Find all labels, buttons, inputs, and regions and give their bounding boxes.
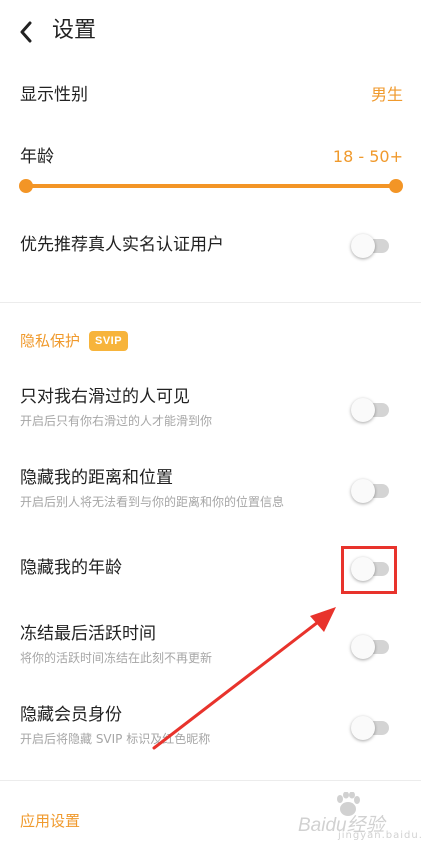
privacy-item-subtitle: 开启后将隐藏 SVIP 标识及红色昵称 <box>20 732 211 746</box>
privacy-item-subtitle: 开启后只有你右滑过的人才能滑到你 <box>20 414 213 428</box>
divider <box>0 302 421 303</box>
app-settings-section-title: 应用设置 <box>20 812 81 830</box>
baidu-watermark: Baidu经验 jingyan.baidu.com <box>298 792 421 842</box>
privacy-item-title: 隐藏我的距离和位置 <box>20 468 173 488</box>
privacy-item-subtitle: 将你的活跃时间冻结在此刻不再更新 <box>20 651 213 665</box>
hide-distance-toggle[interactable] <box>351 479 389 503</box>
age-range-slider[interactable] <box>19 179 403 193</box>
age-value: 18 - 50+ <box>332 147 403 166</box>
chevron-left-icon <box>20 21 32 43</box>
age-slider-max-thumb[interactable] <box>389 179 403 193</box>
gender-label: 显示性别 <box>20 85 88 105</box>
right-swiped-only-toggle[interactable] <box>351 398 389 422</box>
page-title: 设置 <box>52 18 97 43</box>
verified-preference-toggle[interactable] <box>351 234 389 258</box>
watermark-sub: jingyan.baidu.com <box>338 830 421 841</box>
hide-membership-toggle[interactable] <box>351 716 389 740</box>
verified-preference-label: 优先推荐真人实名认证用户 <box>20 235 224 255</box>
toggle-knob <box>351 398 375 422</box>
top-bar: 设置 <box>0 0 421 64</box>
privacy-item-title: 隐藏会员身份 <box>20 705 122 725</box>
privacy-item-title: 只对我右滑过的人可见 <box>20 387 190 407</box>
age-label: 年龄 <box>20 147 54 167</box>
gender-value[interactable]: 男生 <box>371 83 403 107</box>
age-slider-track <box>26 184 396 188</box>
back-button[interactable] <box>14 18 38 46</box>
age-slider-min-thumb[interactable] <box>19 179 33 193</box>
privacy-section-title: 隐私保护 <box>20 332 81 350</box>
privacy-item-title: 隐藏我的年龄 <box>20 558 122 578</box>
toggle-knob <box>351 635 375 659</box>
freeze-active-time-toggle[interactable] <box>351 635 389 659</box>
divider <box>0 780 421 781</box>
privacy-item-title: 冻结最后活跃时间 <box>20 624 156 644</box>
annotation-highlight-box <box>341 546 397 594</box>
privacy-item-subtitle: 开启后别人将无法看到与你的距离和你的位置信息 <box>20 495 285 509</box>
toggle-knob <box>351 716 375 740</box>
toggle-knob <box>351 479 375 503</box>
svip-badge: SVIP <box>89 331 129 351</box>
toggle-knob <box>351 234 375 258</box>
